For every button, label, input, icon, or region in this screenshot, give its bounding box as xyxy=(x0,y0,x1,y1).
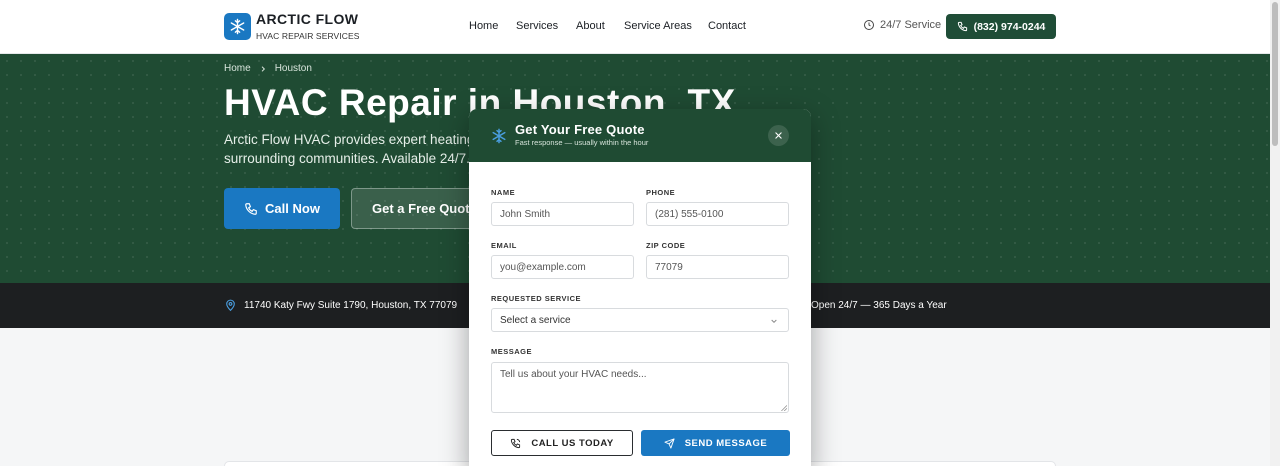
hours-text: 24/7 Service xyxy=(880,19,942,31)
send-icon xyxy=(664,437,675,449)
page-scrollbar[interactable] xyxy=(1270,0,1280,466)
phone-icon xyxy=(245,202,257,215)
zip-label: ZIP CODE xyxy=(646,241,686,250)
send-message-button[interactable]: SEND MESSAGE xyxy=(641,430,790,456)
send-message-label: SEND MESSAGE xyxy=(684,437,768,449)
scrollbar-thumb[interactable] xyxy=(1272,2,1278,146)
free-quote-label: Get a Free Quote xyxy=(372,201,477,216)
call-now-button[interactable]: Call Now xyxy=(224,188,340,229)
name-label: NAME xyxy=(491,188,516,197)
message-label: MESSAGE xyxy=(491,347,533,356)
phone-icon xyxy=(957,21,967,32)
service-label: REQUESTED SERVICE xyxy=(491,294,582,303)
close-icon xyxy=(775,132,782,139)
breadcrumb-current: Houston xyxy=(274,63,312,74)
address: 11740 Katy Fwy Suite 1790, Houston, TX 7… xyxy=(224,298,457,312)
location-pin-icon xyxy=(226,299,235,312)
clock-icon xyxy=(864,20,874,30)
nav-services[interactable]: Services xyxy=(516,20,558,32)
phone-field[interactable]: (281) 555-0100 xyxy=(646,202,789,226)
quote-modal: Get Your Free Quote Fast response — usua… xyxy=(469,109,811,466)
header-phone-number: (832) 974-0244 xyxy=(973,20,1046,33)
hours-indicator: 24/7 Service xyxy=(863,19,941,31)
phone-placeholder: (281) 555-0100 xyxy=(655,208,724,220)
message-textarea[interactable]: Tell us about your HVAC needs... xyxy=(491,362,789,413)
header-phone-button[interactable]: (832) 974-0244 xyxy=(946,14,1056,39)
call-now-label: Call Now xyxy=(265,201,320,216)
nav-contact[interactable]: Contact xyxy=(708,20,746,32)
brand-name[interactable]: ARCTIC FLOW xyxy=(256,11,358,27)
chevron-down-icon xyxy=(771,319,777,324)
nav-about[interactable]: About xyxy=(576,20,605,32)
email-field[interactable]: you@example.com xyxy=(491,255,634,279)
breadcrumb: Home Houston xyxy=(224,63,312,74)
email-placeholder: you@example.com xyxy=(500,261,586,273)
name-placeholder: John Smith xyxy=(500,208,551,220)
nav-service-areas[interactable]: Service Areas xyxy=(624,20,692,32)
chevron-right-icon xyxy=(261,65,265,72)
service-selected-value: Select a service xyxy=(500,314,571,326)
modal-header: Get Your Free Quote Fast response — usua… xyxy=(469,109,811,162)
address-text: 11740 Katy Fwy Suite 1790, Houston, TX 7… xyxy=(244,299,458,311)
name-field[interactable]: John Smith xyxy=(491,202,634,226)
close-button[interactable] xyxy=(768,125,789,146)
service-select[interactable]: Select a service xyxy=(491,308,789,332)
modal-subtitle: Fast response — usually within the hour xyxy=(515,138,649,147)
brand-tagline: HVAC REPAIR SERVICES xyxy=(256,31,360,41)
breadcrumb-home[interactable]: Home xyxy=(224,63,251,74)
site-header: ARCTIC FLOW HVAC REPAIR SERVICES Home Se… xyxy=(0,0,1270,54)
open-hours-text: Open 24/7 — 365 Days a Year xyxy=(811,300,947,311)
snowflake-icon xyxy=(492,128,506,144)
call-us-label: CALL US TODAY xyxy=(531,437,614,449)
call-us-today-button[interactable]: CALL US TODAY xyxy=(491,430,633,456)
zip-placeholder: 77079 xyxy=(655,261,683,273)
phone-label: PHONE xyxy=(646,188,676,197)
resize-handle-icon[interactable] xyxy=(780,404,787,411)
snowflake-logo-icon[interactable] xyxy=(224,13,251,40)
email-label: EMAIL xyxy=(491,241,517,250)
message-placeholder: Tell us about your HVAC needs... xyxy=(500,369,647,380)
modal-title: Get Your Free Quote xyxy=(515,122,645,137)
zip-field[interactable]: 77079 xyxy=(646,255,789,279)
phone-call-icon xyxy=(511,438,521,448)
nav-home[interactable]: Home xyxy=(469,20,498,32)
